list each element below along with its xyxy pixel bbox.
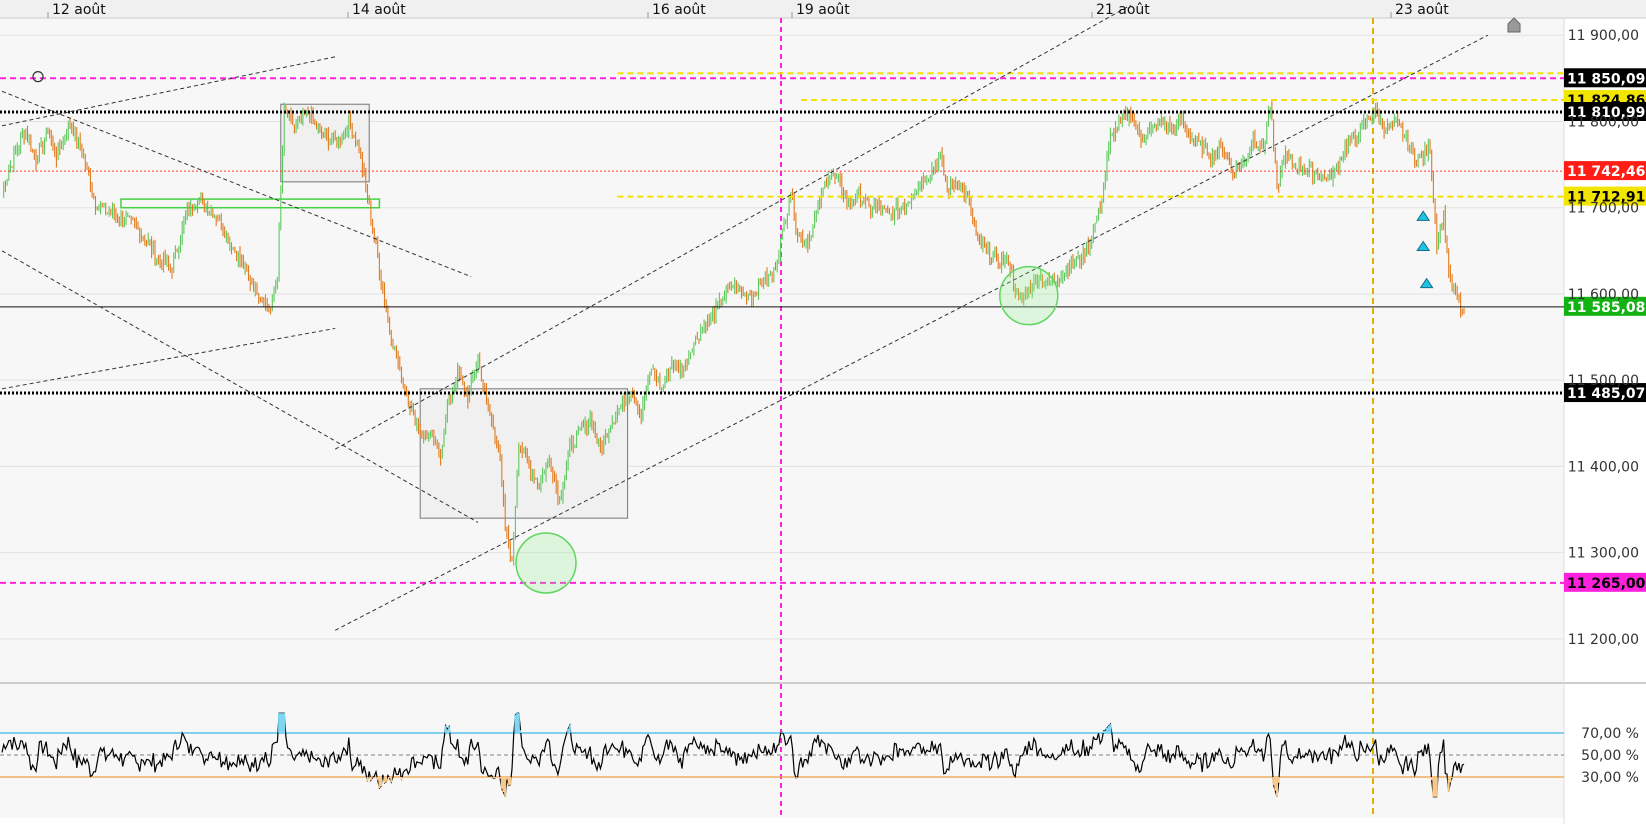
price-level-label[interactable]: 11 265,00 xyxy=(1564,572,1646,592)
date-tick-label: 14 août xyxy=(352,2,406,18)
rsi-tick-label: 50,00 % xyxy=(1581,748,1639,764)
price-level-label[interactable]: 11 850,09 xyxy=(1564,68,1646,88)
date-tick-label: 12 août xyxy=(52,2,106,18)
chart-canvas[interactable]: 11 850,0911 824,8611 810,9911 742,4611 7… xyxy=(0,0,1646,824)
price-level-label-text: 11 850,09 xyxy=(1567,71,1645,87)
price-tick-label: 11 200,00 xyxy=(1568,632,1639,648)
rsi-tick-label: 70,00 % xyxy=(1581,726,1639,742)
price-tick-label: 11 700,00 xyxy=(1568,201,1639,217)
price-level-label-text: 11 265,00 xyxy=(1567,576,1646,592)
price-tick-label: 11 400,00 xyxy=(1568,459,1639,475)
date-tick-label: 23 août xyxy=(1395,2,1449,18)
trading-chart[interactable]: 11 850,09 11 824,86 11 810,99 11 742,46 11 7… xyxy=(0,0,1646,824)
price-tick-label: 11 500,00 xyxy=(1568,373,1639,389)
rsi-tick-label: 30,00 % xyxy=(1581,770,1639,786)
price-level-label[interactable]: 11 742,46 xyxy=(1564,161,1646,181)
highlight-circle[interactable] xyxy=(999,265,1059,326)
price-level-label-text: 11 742,46 xyxy=(1567,164,1645,180)
highlight-circle[interactable] xyxy=(515,532,577,594)
date-tick-label: 21 août xyxy=(1096,2,1150,18)
price-tick-label: 11 900,00 xyxy=(1568,28,1639,44)
date-tick-label: 16 août xyxy=(652,2,706,18)
price-tick-label: 11 800,00 xyxy=(1568,114,1639,130)
price-tick-label: 11 300,00 xyxy=(1568,546,1639,562)
price-tick-label: 11 600,00 xyxy=(1568,287,1639,303)
date-tick-label: 19 août xyxy=(796,2,850,18)
